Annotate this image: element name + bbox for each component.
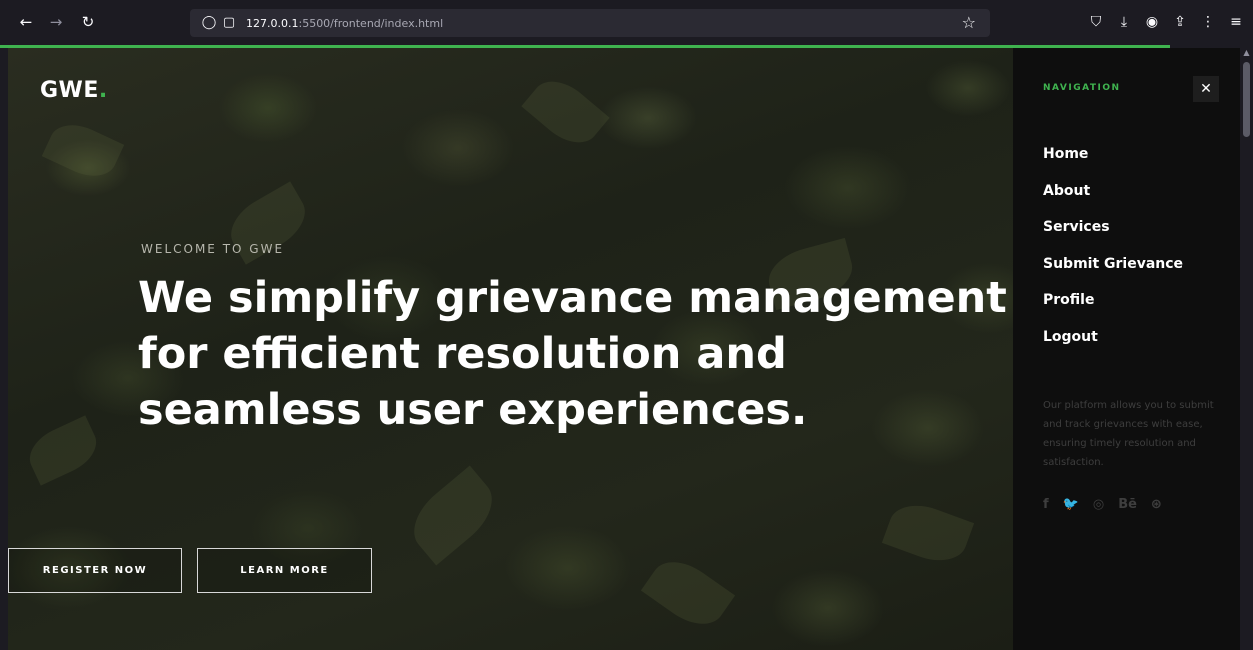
hero-section: GWE. WELCOME TO GWE We simplify grievanc… bbox=[8, 48, 1013, 650]
instagram-icon[interactable]: ◎ bbox=[1093, 497, 1104, 512]
headline-line: for efficient resolution and bbox=[138, 329, 787, 379]
leaf-decoration bbox=[521, 69, 610, 155]
forward-arrow-icon[interactable]: → bbox=[46, 12, 66, 32]
hero-headline: We simplify grievance management for eff… bbox=[138, 270, 1013, 438]
leaf-decoration bbox=[21, 415, 105, 486]
address-bar[interactable]: ◯ ▢ 127.0.0.1:5500/frontend/index.html ☆ bbox=[190, 9, 990, 37]
leaf-decoration bbox=[41, 115, 125, 186]
url-text: 127.0.0.1:5500/frontend/index.html bbox=[246, 17, 443, 30]
drawer-description: Our platform allows you to submit and tr… bbox=[1043, 400, 1214, 468]
facebook-icon[interactable]: f bbox=[1043, 497, 1049, 512]
devtools-icon[interactable]: ⋮ bbox=[1199, 12, 1217, 32]
register-now-button[interactable]: REGISTER NOW bbox=[8, 548, 182, 593]
page-scrollbar[interactable]: ▲ bbox=[1240, 48, 1253, 650]
nav-menu: Home About Services Submit Grievance Pro… bbox=[1043, 144, 1183, 363]
nav-item-services[interactable]: Services bbox=[1043, 217, 1183, 254]
extensions-icon[interactable]: ⇪ bbox=[1171, 12, 1189, 32]
leaf-decoration bbox=[881, 495, 975, 571]
menu-icon[interactable]: ≡ bbox=[1227, 12, 1245, 32]
dribbble-icon[interactable]: ⊛ bbox=[1151, 497, 1162, 512]
pocket-icon[interactable]: ⛉ bbox=[1087, 12, 1105, 32]
url-path: :5500/frontend/index.html bbox=[298, 16, 444, 30]
shield-icon[interactable]: ◯ bbox=[200, 14, 218, 32]
nav-item-about[interactable]: About bbox=[1043, 181, 1183, 218]
url-host: 127.0.0.1 bbox=[246, 16, 299, 30]
back-arrow-icon[interactable]: ← bbox=[16, 12, 36, 32]
leaf-decoration bbox=[400, 465, 506, 566]
page-viewport: GWE. WELCOME TO GWE We simplify grievanc… bbox=[0, 48, 1253, 650]
navigation-drawer: NAVIGATION ✕ Home About Services Submit … bbox=[1013, 48, 1240, 650]
drawer-title: NAVIGATION bbox=[1043, 83, 1121, 93]
account-icon[interactable]: ◉ bbox=[1143, 12, 1161, 32]
bookmark-star-icon[interactable]: ☆ bbox=[962, 13, 976, 32]
toolbar-icons: ⛉ ⤓ ◉ ⇪ ⋮ ≡ bbox=[1087, 12, 1245, 32]
logo-text: GWE bbox=[40, 78, 99, 103]
download-icon[interactable]: ⤓ bbox=[1115, 12, 1133, 32]
headline-line: We simplify grievance management bbox=[138, 273, 1007, 323]
scroll-up-arrow-icon[interactable]: ▲ bbox=[1242, 48, 1251, 57]
nav-item-submit-grievance[interactable]: Submit Grievance bbox=[1043, 254, 1183, 291]
headline-line: seamless user experiences. bbox=[138, 385, 808, 435]
site-logo[interactable]: GWE. bbox=[40, 78, 108, 103]
behance-icon[interactable]: Bē bbox=[1118, 497, 1137, 512]
twitter-icon[interactable]: 🐦 bbox=[1063, 497, 1079, 512]
leaf-decoration bbox=[640, 549, 736, 637]
logo-dot: . bbox=[98, 78, 108, 103]
social-links: f 🐦 ◎ Bē ⊛ bbox=[1043, 497, 1162, 512]
reload-icon[interactable]: ↻ bbox=[78, 12, 98, 32]
page-icon: ▢ bbox=[222, 15, 236, 30]
close-icon[interactable]: ✕ bbox=[1193, 76, 1219, 102]
learn-more-button[interactable]: LEARN MORE bbox=[197, 548, 372, 593]
nav-item-profile[interactable]: Profile bbox=[1043, 290, 1183, 327]
nav-item-home[interactable]: Home bbox=[1043, 144, 1183, 181]
nav-item-logout[interactable]: Logout bbox=[1043, 327, 1183, 364]
hero-eyebrow: WELCOME TO GWE bbox=[141, 242, 285, 256]
browser-toolbar: ← → ↻ ◯ ▢ 127.0.0.1:5500/frontend/index.… bbox=[0, 0, 1253, 46]
scroll-thumb[interactable] bbox=[1243, 62, 1250, 137]
